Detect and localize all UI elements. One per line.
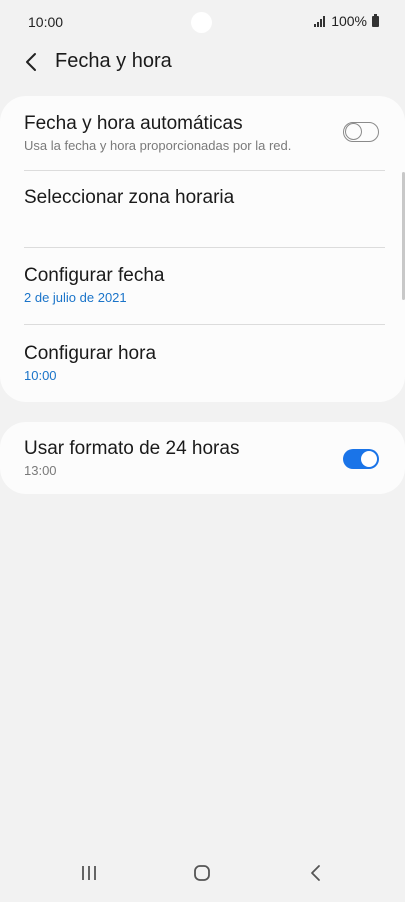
- recents-button[interactable]: [71, 856, 107, 890]
- format-24h-toggle[interactable]: [343, 449, 379, 469]
- set-date-title: Configurar fecha: [24, 265, 165, 286]
- status-time: 10:00: [28, 14, 64, 30]
- nav-back-button[interactable]: [298, 856, 334, 890]
- toggle-knob: [361, 451, 377, 467]
- recents-icon: [82, 866, 96, 880]
- divider: [24, 170, 385, 171]
- back-button[interactable]: [18, 48, 46, 76]
- status-indicators: 100%: [314, 13, 379, 29]
- timezone-title: Seleccionar zona horaria: [24, 187, 235, 208]
- battery-percentage: 100%: [331, 13, 367, 29]
- home-button[interactable]: [184, 856, 220, 890]
- toggle-knob: [345, 123, 362, 140]
- format-24h-title: Usar formato de 24 horas: [24, 438, 240, 459]
- auto-datetime-toggle[interactable]: [343, 122, 379, 142]
- settings-card-format: Usar formato de 24 horas 13:00: [0, 422, 405, 494]
- signal-icon: [314, 15, 326, 27]
- divider: [24, 247, 385, 248]
- battery-icon: [372, 13, 379, 27]
- navigation-bar: [0, 844, 405, 902]
- page-title: Fecha y hora: [55, 50, 172, 72]
- settings-card-datetime: Fecha y hora automáticas Usa la fecha y …: [0, 96, 405, 402]
- auto-datetime-row[interactable]: Fecha y hora automáticas Usa la fecha y …: [0, 112, 405, 172]
- format-24h-row[interactable]: Usar formato de 24 horas 13:00: [0, 437, 405, 487]
- set-date-row[interactable]: Configurar fecha 2 de julio de 2021: [0, 264, 405, 324]
- set-time-title: Configurar hora: [24, 343, 157, 364]
- chevron-left-icon: [26, 53, 36, 71]
- front-camera: [191, 12, 212, 33]
- status-bar: 10:00 100%: [0, 0, 405, 44]
- auto-datetime-title: Fecha y hora automáticas: [24, 113, 243, 134]
- divider: [24, 324, 385, 325]
- back-icon: [311, 865, 320, 881]
- home-icon: [194, 865, 210, 881]
- set-time-row[interactable]: Configurar hora 10:00: [0, 342, 405, 398]
- auto-datetime-subtitle: Usa la fecha y hora proporcionadas por l…: [24, 138, 292, 153]
- set-date-value: 2 de julio de 2021: [24, 290, 127, 305]
- format-24h-subtitle: 13:00: [24, 463, 57, 478]
- timezone-row[interactable]: Seleccionar zona horaria: [0, 186, 405, 246]
- app-header: Fecha y hora: [0, 42, 405, 82]
- set-time-value: 10:00: [24, 368, 57, 383]
